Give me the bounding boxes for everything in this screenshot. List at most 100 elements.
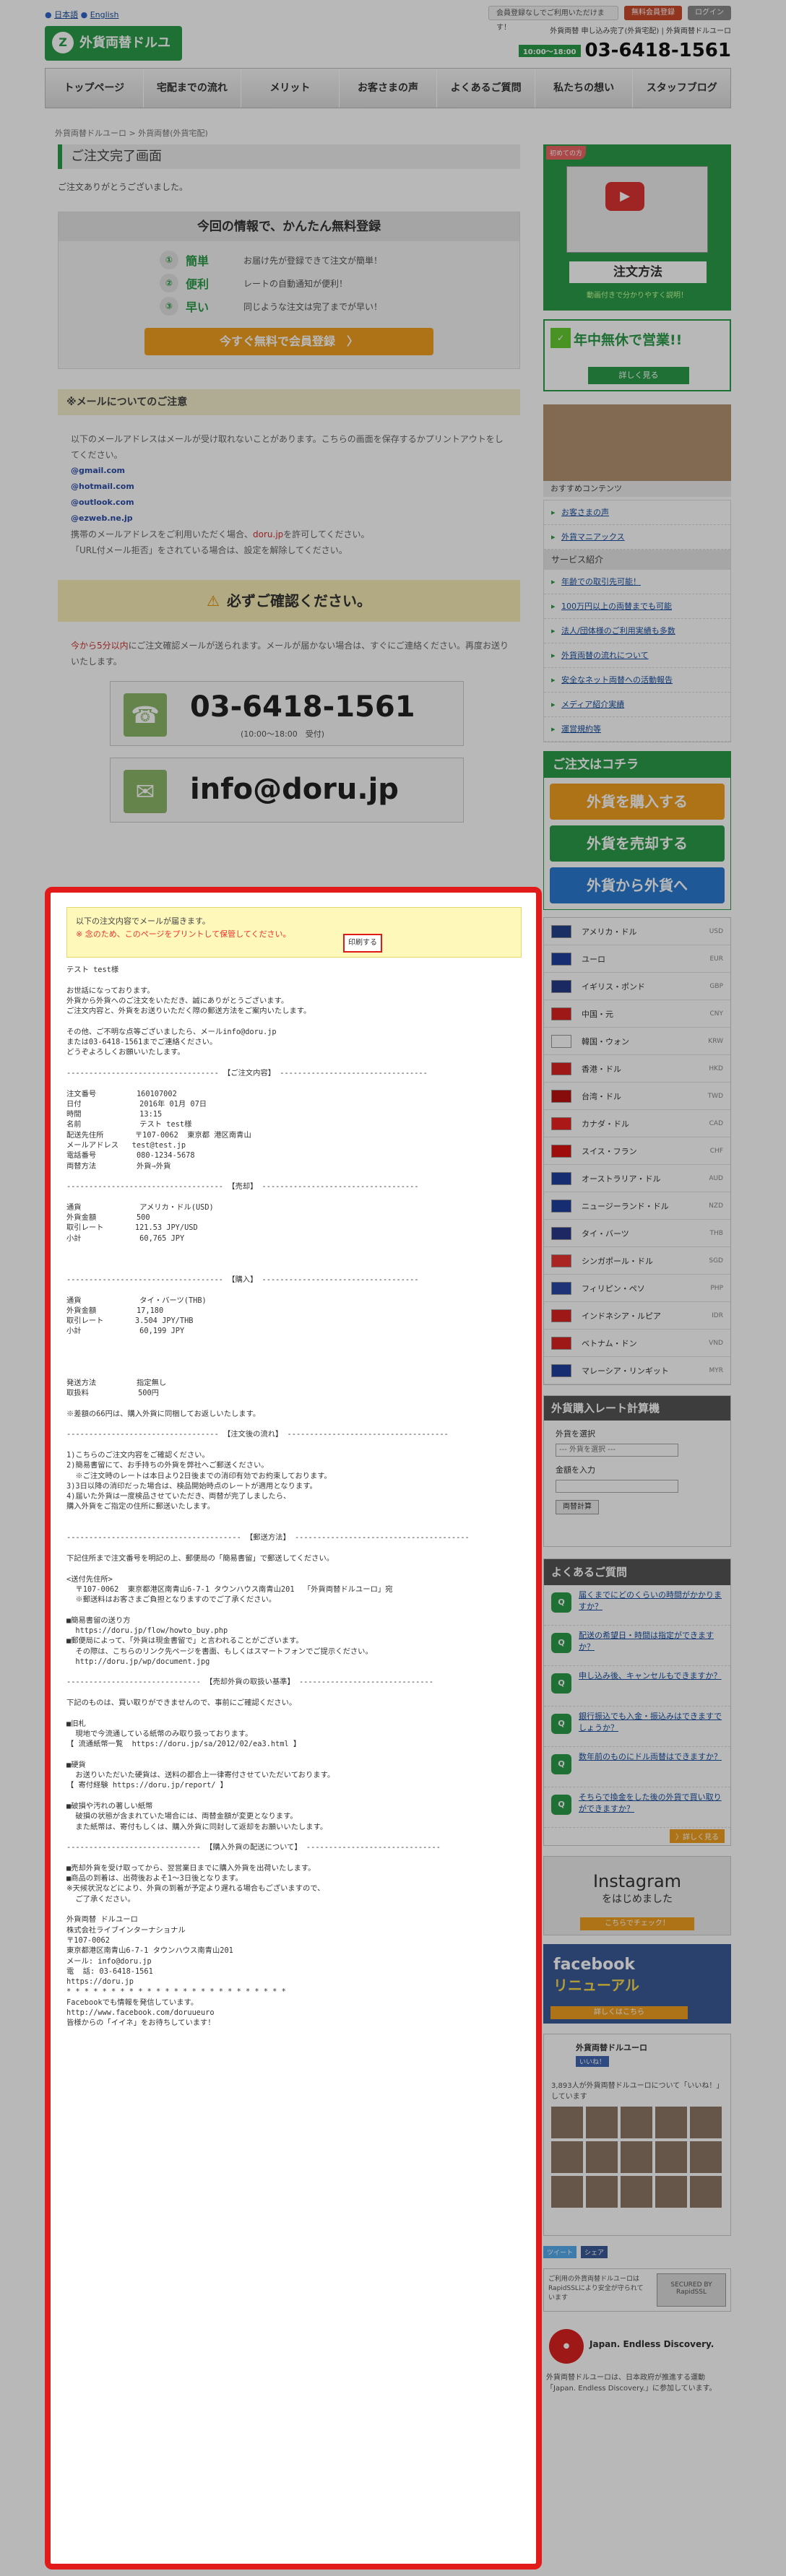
side-link[interactable]: メディア紹介実績	[544, 693, 730, 717]
sidebar: 初めての方 ▶ 注文方法 動画付きで分かりやすく説明！ ✓ 年中無休で営業!! …	[543, 144, 731, 2394]
currency-item[interactable]: 中国・元 CNY	[544, 1000, 730, 1028]
side-link[interactable]: 法人/団体様のご利用実績も多数	[544, 619, 730, 643]
check-icon: ✓	[550, 328, 571, 348]
faq-question[interactable]: 配送の希望日・時間は指定ができますか？	[579, 1631, 714, 1652]
faq-heading: よくあるご質問	[544, 1559, 730, 1585]
global-nav: トップページ 宅配までの流れ メリット お客さまの声 よくあるご質問 私たちの想い スタッフ…	[45, 68, 731, 108]
nav-item[interactable]: よくあるご質問	[437, 69, 535, 108]
tweet-button[interactable]: ツイート	[543, 2246, 577, 2258]
breadcrumb: 外貨両替ドルユーロ > 外貨両替(外貨宅配)	[55, 129, 208, 138]
play-icon[interactable]: ▶	[605, 182, 644, 211]
side-link[interactable]: 100万円以上の両替までも可能	[544, 594, 730, 619]
member-note: 会員登録なしでご利用いただけます！	[488, 6, 618, 32]
faq-question[interactable]: 届くまでにどのくらいの時間がかかりますか？	[579, 1590, 722, 1611]
facebook-button[interactable]: 詳しくはこちら	[550, 2006, 688, 2019]
nav-item[interactable]: メリット	[241, 69, 340, 108]
faq-item[interactable]: Q そちらで換金をした後の外貨で買い取りができますか？	[544, 1787, 730, 1828]
site-logo[interactable]: Z外貨両替ドルユーロ	[45, 26, 182, 85]
currency-item[interactable]: フィリピン・ペソ PHP	[544, 1275, 730, 1302]
faq-item[interactable]: Q 申し込み後、キャンセルもできますか？	[544, 1666, 730, 1707]
currency-name: 台湾・ドル	[582, 1091, 621, 1101]
side-links: お客さまの声外貨マニアックスサービス紹介年齢での取引先可能！100万円以上の両替…	[543, 500, 731, 742]
currency-code: GBP	[709, 982, 723, 990]
currency-item[interactable]: オーストラリア・ドル AUD	[544, 1165, 730, 1192]
calc-currency-select[interactable]: --- 外貨を選択 ---	[556, 1444, 678, 1457]
phone-number[interactable]: 03-6418-1561	[190, 690, 415, 724]
confirm-banner: ⚠ 必ずご確認ください。	[58, 580, 520, 622]
fb-page-name[interactable]: 外貨両替ドルユーロ	[576, 2042, 647, 2053]
faq-item[interactable]: Q 届くまでにどのくらいの時間がかかりますか？	[544, 1585, 730, 1626]
video-banner[interactable]: 初めての方 ▶ 注文方法 動画付きで分かりやすく説明！	[543, 144, 731, 311]
instagram-button[interactable]: こちらでチェック！	[580, 1917, 694, 1930]
faq-item[interactable]: Q 配送の希望日・時間は指定ができますか？	[544, 1626, 730, 1666]
currency-code: AUD	[709, 1174, 723, 1182]
instagram-banner[interactable]: Instagram をはじめました こちらでチェック！	[543, 1856, 731, 1935]
instagram-title: Instagram	[592, 1871, 682, 1891]
nav-item[interactable]: トップページ	[46, 69, 144, 108]
ssl-seal[interactable]: SECURED BY RapidSSL	[657, 2273, 726, 2307]
faq-question[interactable]: 申し込み後、キャンセルもできますか？	[579, 1671, 722, 1681]
faq-item[interactable]: Q 銀行振込でも入金・振込みはできますでしょうか？	[544, 1707, 730, 1747]
currency-item[interactable]: 韓国・ウォン KRW	[544, 1028, 730, 1055]
share-button[interactable]: シェア	[581, 2246, 608, 2258]
currency-item[interactable]: インドネシア・ルピア IDR	[544, 1302, 730, 1330]
order-button[interactable]: 外貨から外貨へ	[550, 867, 725, 903]
fb-like-button[interactable]: いいね！	[576, 2056, 610, 2067]
faq-question[interactable]: 数年前のものにドル両替はできますか？	[579, 1752, 722, 1761]
order-button[interactable]: 外貨を売却する	[550, 825, 725, 862]
side-link[interactable]: 安全なネット両替への活動報告	[544, 668, 730, 693]
language-switch: ● 日本語 ● English	[45, 10, 119, 19]
nav-item[interactable]: お客さまの声	[339, 69, 438, 108]
open-all-year-banner[interactable]: ✓ 年中無休で営業!! 詳しく見る	[543, 319, 731, 391]
email-address[interactable]: info@doru.jp	[190, 773, 399, 806]
currency-item[interactable]: タイ・バーツ THB	[544, 1220, 730, 1247]
currency-item[interactable]: アメリカ・ドル USD	[544, 918, 730, 945]
currency-item[interactable]: 台湾・ドル TWD	[544, 1083, 730, 1110]
open-detail-button[interactable]: 詳しく見る	[588, 367, 689, 384]
print-button[interactable]: 印刷する	[343, 934, 382, 953]
top-bar: ● 日本語 ● English 会員登録なしでご利用いただけます！ 無料会員登録…	[45, 6, 731, 32]
side-link[interactable]: 年齢での取引先可能！	[544, 570, 730, 594]
flag-icon	[551, 952, 571, 966]
header-hours: 10:00～18:00	[518, 45, 581, 57]
register-button[interactable]: 無料会員登録	[624, 6, 682, 20]
side-link[interactable]: 運営規約等	[544, 717, 730, 742]
question-icon: Q	[551, 1754, 571, 1774]
side-link[interactable]: お客さまの声	[544, 500, 730, 525]
lang-ja-link[interactable]: 日本語	[54, 10, 78, 19]
calc-button[interactable]: 両替計算	[556, 1500, 599, 1514]
currency-code: MYR	[709, 1366, 723, 1374]
currency-item[interactable]: スイス・フラン CHF	[544, 1137, 730, 1165]
currency-item[interactable]: ニュージーランド・ドル NZD	[544, 1192, 730, 1220]
nav-item[interactable]: 私たちの想い	[535, 69, 634, 108]
currency-item[interactable]: シンガポール・ドル SGD	[544, 1247, 730, 1275]
currency-item[interactable]: 香港・ドル HKD	[544, 1055, 730, 1083]
faq-item[interactable]: Q 数年前のものにドル両替はできますか？	[544, 1747, 730, 1787]
promo-row: ③ 早い 同じような注文は完了までが早い！	[59, 295, 519, 318]
japan-banner[interactable]: ● Japan. Endless Discovery.	[543, 2323, 731, 2367]
currency-name: 香港・ドル	[582, 1064, 621, 1074]
currency-item[interactable]: ユーロ EUR	[544, 945, 730, 973]
side-link[interactable]: 外貨両替の流れについて	[544, 643, 730, 668]
currency-item[interactable]: ベトナム・ドン VND	[544, 1330, 730, 1357]
faq-question[interactable]: そちらで換金をした後の外貨で買い取りができますか？	[579, 1792, 722, 1813]
login-button[interactable]: ログイン	[688, 6, 731, 20]
order-button[interactable]: 外貨を購入する	[550, 784, 725, 820]
nav-item[interactable]: スタッフブログ	[633, 69, 731, 108]
currency-code: VND	[709, 1339, 723, 1347]
currency-item[interactable]: イギリス・ポンド GBP	[544, 973, 730, 1000]
faq-question[interactable]: 銀行振込でも入金・振込みはできますでしょうか？	[579, 1712, 722, 1732]
currency-name: 中国・元	[582, 1009, 613, 1019]
currency-list: アメリカ・ドル USD ユーロ EUR イギリス・ポンド GBP 中国・元 CNY 韓国・ウォン…	[543, 917, 731, 1385]
mail-icon: ✉	[124, 770, 167, 813]
header-phone: 10:00～18:00 03-6418-1561	[518, 40, 731, 61]
side-link[interactable]: 外貨マニアックス	[544, 525, 730, 550]
promo-register-button[interactable]: 今すぐ無料で会員登録 〉	[144, 328, 433, 355]
currency-item[interactable]: カナダ・ドル CAD	[544, 1110, 730, 1137]
calc-amount-input[interactable]	[556, 1480, 678, 1493]
lang-en-link[interactable]: English	[90, 10, 119, 19]
faq-more-button[interactable]: 〉詳しく見る	[670, 1829, 725, 1843]
facebook-banner[interactable]: facebook リニューアル 詳しくはこちら	[543, 1944, 731, 2024]
currency-item[interactable]: マレーシア・リンギット MYR	[544, 1357, 730, 1384]
nav-item[interactable]: 宅配までの流れ	[143, 69, 242, 108]
